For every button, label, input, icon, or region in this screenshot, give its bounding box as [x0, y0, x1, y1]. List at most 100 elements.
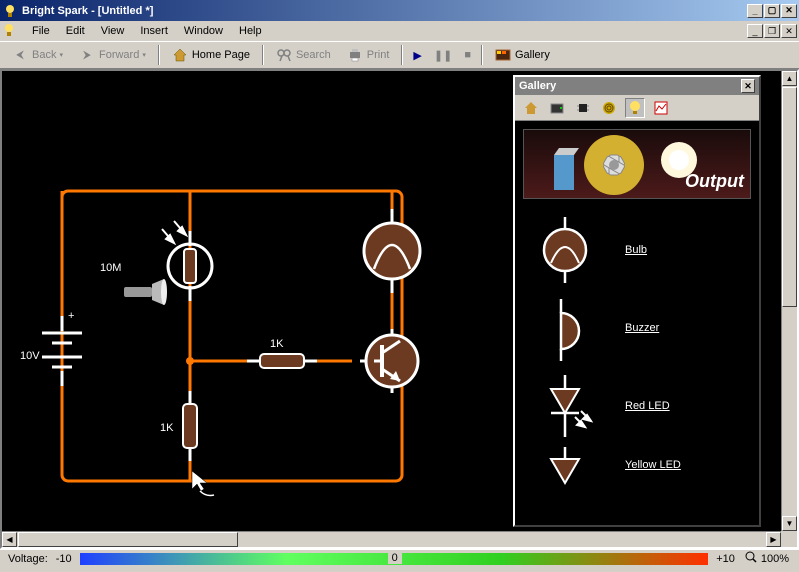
menu-view[interactable]: View: [93, 23, 133, 39]
search-button[interactable]: Search: [269, 44, 338, 66]
voltage-zero: 0: [388, 552, 402, 564]
gallery-tabs: [515, 95, 759, 121]
gallery-body: Bulb Buzzer Red LED: [515, 207, 759, 527]
gallery-item-yellow-led[interactable]: Yellow LED: [525, 445, 749, 485]
gallery-header[interactable]: Gallery ✕: [515, 77, 759, 95]
separator: [262, 45, 264, 65]
gallery-icon: [495, 47, 511, 63]
zoom-indicator[interactable]: 100%: [739, 551, 795, 566]
separator: [158, 45, 160, 65]
print-button[interactable]: Print: [340, 44, 397, 66]
gallery-item-red-led[interactable]: Red LED: [525, 367, 749, 445]
doc-icon: [2, 23, 18, 39]
gallery-tab-chip[interactable]: [573, 98, 593, 118]
vertical-scrollbar[interactable]: ▲ ▼: [781, 71, 797, 531]
menu-insert[interactable]: Insert: [132, 23, 176, 39]
maximize-button[interactable]: ▢: [764, 4, 780, 18]
scroll-corner: [781, 531, 797, 547]
stop-button[interactable]: ■: [459, 44, 476, 66]
mdi-restore-button[interactable]: ❐: [764, 24, 780, 38]
magnifier-icon: [745, 551, 757, 566]
print-icon: [347, 47, 363, 63]
gallery-banner: Output: [523, 129, 751, 199]
home-icon: [172, 47, 188, 63]
forward-label: Forward: [99, 49, 139, 61]
scroll-down-icon[interactable]: ▼: [782, 516, 797, 531]
gallery-label: Gallery: [515, 49, 550, 61]
back-arrow-icon: ⮜: [12, 47, 28, 63]
mdi-close-button[interactable]: ✕: [781, 24, 797, 38]
gallery-tab-buzzer[interactable]: [599, 98, 619, 118]
circuit-canvas[interactable]: + 10V 10M 1K: [2, 71, 781, 531]
gallery-banner-label: Output: [685, 171, 744, 192]
menu-file[interactable]: File: [24, 23, 58, 39]
window-title: Bright Spark - [Untitled *]: [22, 5, 746, 17]
voltage-min: -10: [52, 553, 76, 565]
resistor-10m-label: 10M: [100, 262, 121, 274]
bulb-component: [364, 223, 420, 279]
app-icon: [2, 3, 18, 19]
gallery-tab-bulb[interactable]: [625, 98, 645, 118]
title-bar: Bright Spark - [Untitled *] _ ▢ ✕: [0, 0, 799, 21]
menu-bar: File Edit View Insert Window Help _ ❐ ✕: [0, 21, 799, 41]
horizontal-scrollbar[interactable]: ◀ ▶: [2, 531, 781, 547]
ldr-component: [162, 221, 212, 288]
play-button[interactable]: ▶: [408, 44, 426, 66]
menu-window[interactable]: Window: [176, 23, 231, 39]
forward-arrow-icon: ⮞: [79, 47, 95, 63]
print-label: Print: [367, 49, 390, 61]
back-label: Back: [32, 49, 56, 61]
gallery-item-label: Red LED: [625, 400, 670, 412]
gallery-item-label: Buzzer: [625, 322, 659, 334]
back-dropdown-icon: ▾: [59, 51, 63, 59]
pause-icon: ❚❚: [434, 49, 452, 62]
close-button[interactable]: ✕: [781, 4, 797, 18]
svg-text:+: +: [68, 310, 74, 322]
gallery-tab-chart[interactable]: [651, 98, 671, 118]
scroll-up-icon[interactable]: ▲: [782, 71, 797, 86]
gallery-close-button[interactable]: ✕: [741, 79, 755, 93]
gallery-tab-home[interactable]: [521, 98, 541, 118]
search-label: Search: [296, 49, 331, 61]
stop-icon: ■: [464, 49, 471, 61]
resistor-1k-b-label: 1K: [160, 422, 174, 434]
menu-help[interactable]: Help: [231, 23, 270, 39]
battery-label: 10V: [20, 350, 40, 362]
gallery-panel: Gallery ✕ Output: [513, 75, 761, 527]
forward-button[interactable]: ⮞ Forward ▾: [72, 44, 153, 66]
gallery-button[interactable]: Gallery: [488, 44, 557, 66]
pause-button[interactable]: ❚❚: [429, 44, 457, 66]
yellow-led-icon: [525, 445, 605, 485]
gallery-title: Gallery: [519, 80, 556, 92]
circuit-diagram: + 10V 10M 1K: [2, 71, 522, 531]
gallery-item-label: Bulb: [625, 244, 647, 256]
red-led-icon: [525, 371, 605, 441]
separator: [401, 45, 403, 65]
play-icon: ▶: [413, 49, 421, 62]
home-button[interactable]: Home Page: [165, 44, 257, 66]
toolbar: ⮜ Back ▾ ⮞ Forward ▾ Home Page Search Pr…: [0, 41, 799, 69]
search-icon: [276, 47, 292, 63]
buzzer-icon: [525, 293, 605, 363]
minimize-button[interactable]: _: [747, 4, 763, 18]
voltage-gradient-bar: 0: [80, 553, 709, 565]
gallery-item-label: Yellow LED: [625, 459, 681, 471]
gallery-item-bulb[interactable]: Bulb: [525, 211, 749, 289]
separator: [481, 45, 483, 65]
scroll-right-icon[interactable]: ▶: [766, 532, 781, 547]
resistor-1k-horizontal: [260, 354, 304, 368]
scroll-thumb[interactable]: [782, 87, 797, 307]
back-button[interactable]: ⮜ Back ▾: [5, 44, 70, 66]
mdi-minimize-button[interactable]: _: [747, 24, 763, 38]
home-label: Home Page: [192, 49, 250, 61]
transistor-component: [366, 335, 418, 387]
scroll-thumb[interactable]: [18, 532, 238, 547]
scroll-left-icon[interactable]: ◀: [2, 532, 17, 547]
menu-edit[interactable]: Edit: [58, 23, 93, 39]
gallery-item-buzzer[interactable]: Buzzer: [525, 289, 749, 367]
bulb-icon: [525, 215, 605, 285]
gallery-tab-tv[interactable]: [547, 98, 567, 118]
resistor-1k-a-label: 1K: [270, 338, 284, 350]
workspace: + 10V 10M 1K: [0, 69, 799, 549]
zoom-value: 100%: [761, 553, 789, 565]
